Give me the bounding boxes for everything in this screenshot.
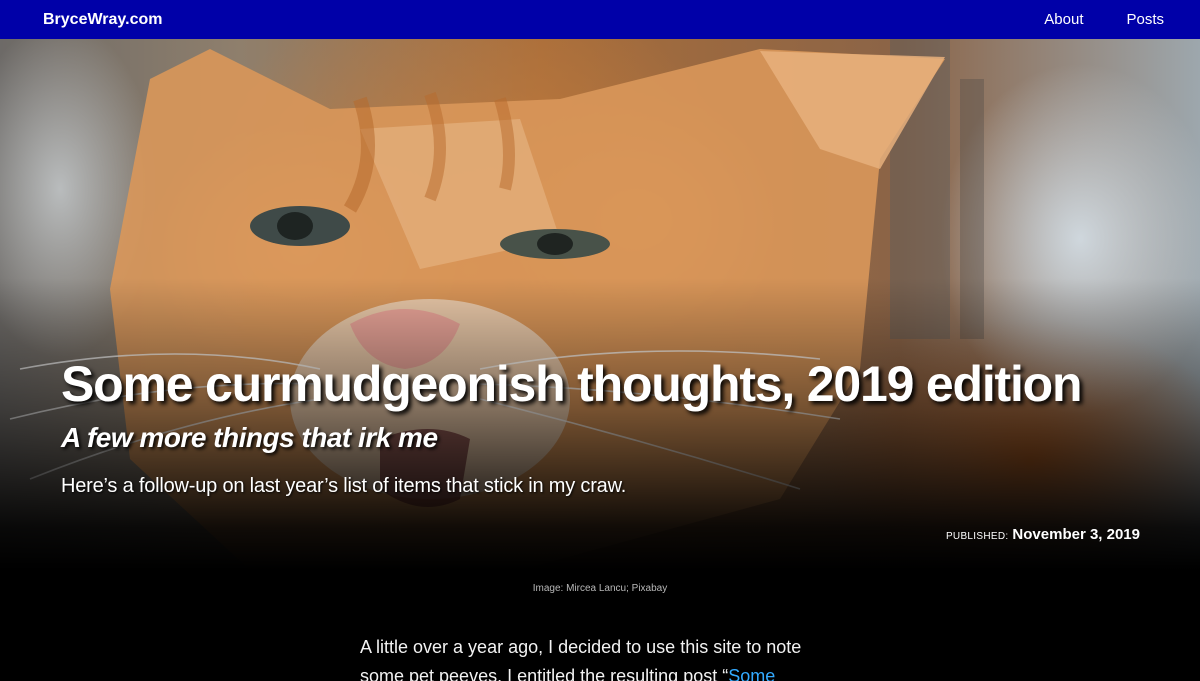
nav-link-posts[interactable]: Posts: [1126, 11, 1164, 28]
post-subtitle: A few more things that irk me: [61, 422, 438, 453]
published-date: November 3, 2019: [1012, 526, 1140, 543]
post-description: Here’s a follow-up on last year’s list o…: [61, 475, 627, 497]
post-title: Some curmudgeonish thoughts, 2019 editio…: [61, 356, 1083, 412]
hero-text: Some curmudgeonish thoughts, 2019 editio…: [61, 355, 1151, 499]
nav-link-about[interactable]: About: [1044, 11, 1083, 28]
site-title-link[interactable]: BryceWray.com: [43, 11, 162, 29]
article-paragraph: A little over a year ago, I decided to u…: [360, 633, 850, 681]
published-label: Published:: [945, 531, 1009, 542]
article-body: A little over a year ago, I decided to u…: [360, 633, 850, 681]
nav-links: About Posts: [1044, 11, 1164, 28]
published-info: Published: November 3, 2019: [946, 526, 1140, 543]
article-link[interactable]: Some: [728, 666, 775, 681]
image-caption: Image: Mircea Lancu; Pixabay: [532, 583, 668, 594]
top-navbar: BryceWray.com About Posts: [0, 0, 1200, 39]
